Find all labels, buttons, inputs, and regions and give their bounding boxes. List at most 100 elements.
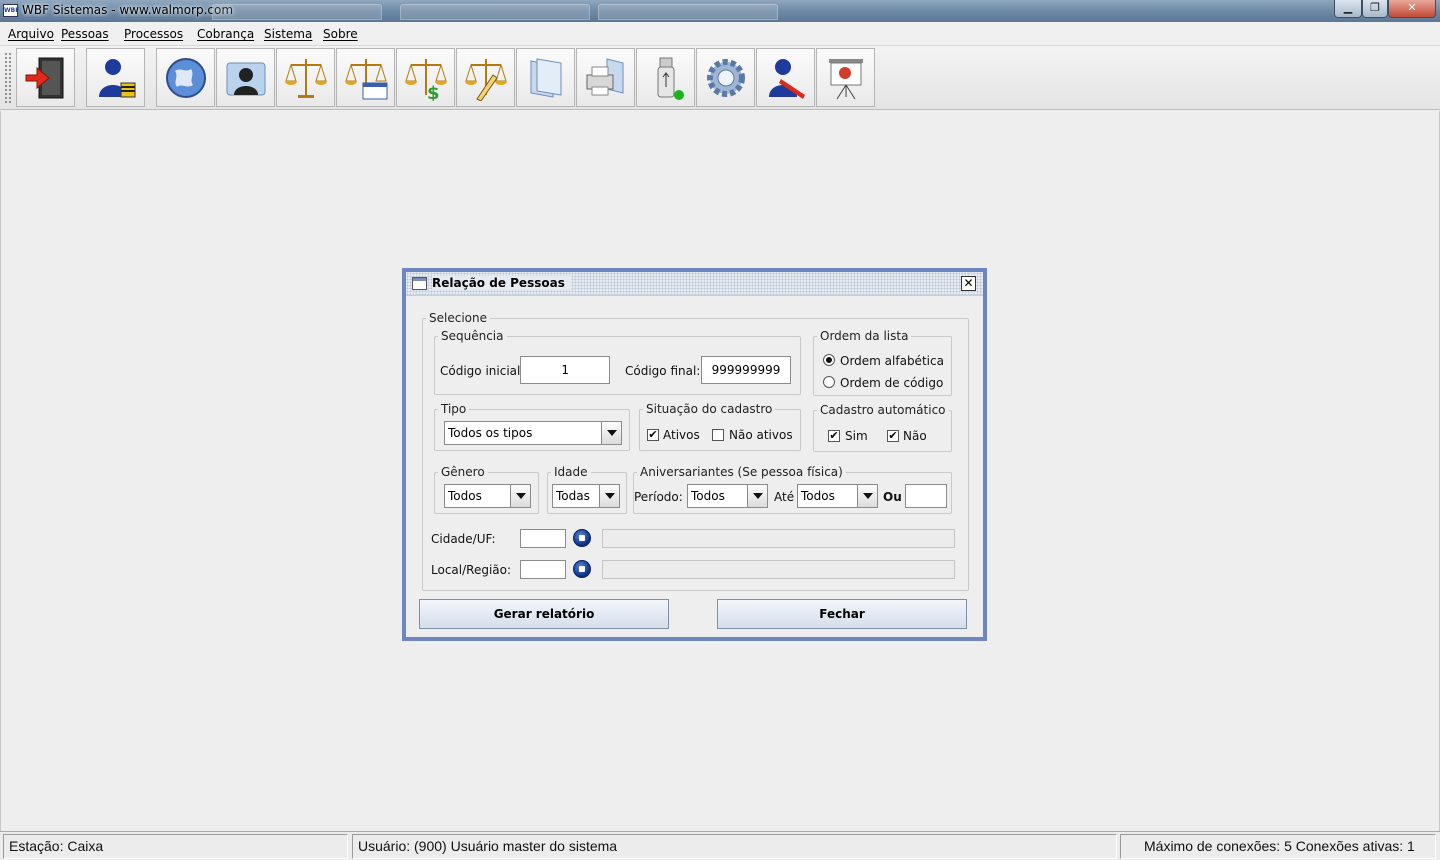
tipo-legend: Tipo: [441, 402, 467, 416]
gerar-relatorio-button[interactable]: Gerar relatório: [419, 599, 669, 629]
user-lock-button[interactable]: [86, 48, 145, 107]
sim-checkbox[interactable]: ✔: [828, 430, 840, 442]
balance-window-button[interactable]: [336, 48, 395, 107]
user-edit-button[interactable]: [756, 48, 815, 107]
local-description-field: [602, 560, 955, 579]
close-icon: ✕: [963, 276, 974, 290]
globe-icon: [165, 57, 206, 98]
periodo-label: Período:: [634, 490, 683, 504]
checkmark-icon: ✔: [648, 428, 658, 441]
menu-pessoas[interactable]: Pessoas: [61, 27, 109, 41]
printer-icon: [586, 57, 623, 95]
cidade-uf-input[interactable]: [520, 529, 566, 548]
codigo-final-input[interactable]: 999999999: [701, 356, 791, 384]
dialog-title: Relação de Pessoas: [432, 276, 571, 290]
status-conexoes: Máximo de conexões: 5 Conexões ativas: 1: [1120, 834, 1436, 859]
contact-button[interactable]: [216, 48, 275, 107]
presentation-button[interactable]: [816, 48, 875, 107]
printer-button[interactable]: [576, 48, 635, 107]
svg-text:$: $: [427, 83, 440, 101]
window-title: WBF Sistemas - www.walmorp.com: [22, 3, 234, 17]
selecione-legend: Selecione: [429, 311, 487, 325]
menu-sobre[interactable]: Sobre: [323, 27, 358, 41]
periodo-select[interactable]: Todos: [687, 484, 768, 508]
exit-button[interactable]: [16, 48, 75, 107]
local-regiao-label: Local/Região:: [431, 563, 512, 577]
balance-button[interactable]: [276, 48, 335, 107]
chevron-down-icon[interactable]: [599, 485, 619, 507]
chevron-down-icon[interactable]: [857, 485, 877, 507]
balance-scale-icon: [284, 58, 327, 98]
ordem-alfabetica-radio[interactable]: [823, 354, 835, 366]
folder-icon: [530, 57, 561, 98]
ativos-label[interactable]: Ativos: [663, 428, 700, 442]
usb-button[interactable]: [636, 48, 695, 107]
minimize-button[interactable]: ▁: [1334, 0, 1362, 18]
wbf-logo-icon: WBF: [3, 4, 19, 17]
presentation-icon: [828, 58, 863, 99]
toolbar: $: [0, 46, 1440, 110]
dialog-title-bar[interactable]: Relação de Pessoas ✕: [406, 272, 983, 296]
close-window-button[interactable]: ✕: [1388, 0, 1436, 18]
ou-input[interactable]: [905, 484, 947, 508]
maximize-button[interactable]: ❐: [1362, 0, 1388, 18]
folder-button[interactable]: [516, 48, 575, 107]
idade-select[interactable]: Todas: [552, 484, 620, 508]
menu-cobranca[interactable]: Cobrança: [197, 27, 254, 41]
sim-label[interactable]: Sim: [845, 429, 868, 443]
window-icon: [412, 277, 427, 290]
minimize-icon: ▁: [1343, 1, 1353, 14]
dialog-close-button[interactable]: ✕: [961, 276, 976, 291]
local-regiao-input[interactable]: [520, 560, 566, 579]
checkmark-icon: ✔: [829, 429, 839, 442]
nao-label[interactable]: Não: [903, 429, 927, 443]
cidade-description-field: [602, 529, 955, 548]
user-edit-icon: [768, 58, 805, 99]
genero-select[interactable]: Todos: [444, 484, 531, 508]
ativos-checkbox[interactable]: ✔: [647, 429, 659, 441]
ordem-alfabetica-label[interactable]: Ordem alfabética: [840, 354, 944, 368]
balance-scale-edit-icon: [464, 58, 507, 101]
chevron-down-icon[interactable]: [601, 422, 621, 444]
menu-sistema[interactable]: Sistema: [264, 27, 312, 41]
ate-select-value: Todos: [801, 489, 835, 503]
close-icon: ✕: [1407, 1, 1417, 14]
window-title-bar[interactable]: WBF WBF Sistemas - www.walmorp.com ▁ ❐ ✕: [0, 0, 1440, 22]
background-taskbar-blur: [598, 4, 778, 20]
settings-button[interactable]: [696, 48, 755, 107]
status-bar: Estação: Caixa Usuário: (900) Usuário ma…: [0, 831, 1440, 860]
sequencia-legend: Sequência: [441, 329, 504, 343]
chevron-down-icon[interactable]: [510, 485, 530, 507]
cadastro-automatico-legend: Cadastro automático: [820, 403, 946, 417]
menu-processos[interactable]: Processos: [124, 27, 183, 41]
balance-edit-button[interactable]: [456, 48, 515, 107]
chevron-down-icon[interactable]: [747, 485, 767, 507]
nao-ativos-checkbox[interactable]: [712, 429, 724, 441]
ordem-codigo-label[interactable]: Ordem de código: [840, 376, 943, 390]
nao-ativos-label[interactable]: Não ativos: [729, 428, 793, 442]
menu-bar: Arquivo Pessoas Processos Cobrança Siste…: [0, 22, 1440, 46]
balance-money-button[interactable]: $: [396, 48, 455, 107]
tipo-select[interactable]: Todos os tipos: [444, 421, 622, 445]
restore-icon: ❐: [1370, 1, 1380, 14]
relacao-pessoas-dialog: Relação de Pessoas ✕ Selecione Sequência…: [402, 268, 987, 641]
menu-arquivo[interactable]: Arquivo: [8, 27, 54, 41]
exit-door-icon: [25, 57, 63, 98]
toolbar-grip[interactable]: [4, 52, 12, 104]
fechar-button[interactable]: Fechar: [717, 599, 967, 629]
globe-button[interactable]: [156, 48, 215, 107]
nao-checkbox[interactable]: ✔: [887, 430, 899, 442]
cidade-lookup-button[interactable]: [573, 529, 591, 547]
codigo-inicial-input[interactable]: 1: [520, 356, 610, 384]
ordem-codigo-radio[interactable]: [823, 376, 835, 388]
tipo-select-value: Todos os tipos: [448, 426, 533, 440]
ordem-lista-legend: Ordem da lista: [820, 329, 909, 343]
user-lock-icon: [98, 58, 135, 97]
periodo-select-value: Todos: [691, 489, 725, 503]
cidade-uf-label: Cidade/UF:: [431, 532, 496, 546]
background-taskbar-blur: [400, 4, 590, 20]
genero-select-value: Todos: [448, 489, 482, 503]
situacao-cadastro-group: Situação do cadastro: [639, 402, 801, 451]
ate-select[interactable]: Todos: [797, 484, 878, 508]
local-lookup-button[interactable]: [573, 560, 591, 578]
